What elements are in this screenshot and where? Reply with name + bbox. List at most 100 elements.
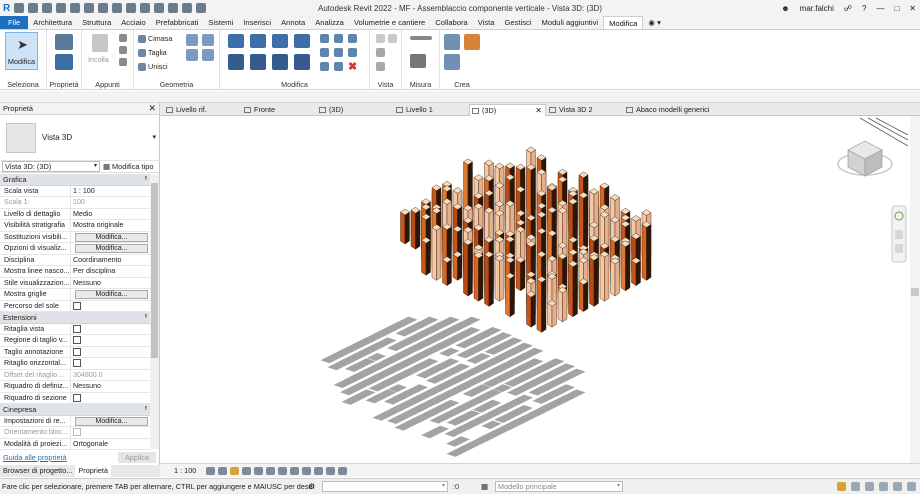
view-tab-abaco[interactable]: Abaco modelli generici <box>624 104 744 116</box>
help-link[interactable]: Guida alle proprietà <box>3 453 67 462</box>
section-icon[interactable] <box>154 3 165 13</box>
delete-icon[interactable]: ✖ <box>348 60 357 73</box>
section-header[interactable]: Grafica ⭱ <box>0 174 150 186</box>
properties-icon[interactable] <box>55 54 73 70</box>
open-icon[interactable] <box>14 3 25 13</box>
edit-button[interactable]: Modifica... <box>75 416 148 426</box>
tab-volumetrie[interactable]: Volumetrie e cantiere <box>349 16 430 29</box>
section-header[interactable]: Estensioni ⭱ <box>0 312 150 324</box>
model-prism[interactable] <box>452 251 463 281</box>
align-icon[interactable] <box>228 34 244 48</box>
checkbox[interactable] <box>73 301 81 310</box>
rotate-icon[interactable] <box>272 54 288 70</box>
mirror-draw-icon[interactable] <box>294 34 310 48</box>
view-tab-fronte[interactable]: Fronte <box>242 104 316 116</box>
viewcube-icon[interactable] <box>837 140 893 177</box>
trim-multiple-icon[interactable] <box>320 62 329 71</box>
measure-distance-icon[interactable] <box>410 36 432 40</box>
chevron-down-icon[interactable]: ▾ <box>152 133 156 141</box>
3d-model-view[interactable] <box>160 116 910 463</box>
model-prism[interactable] <box>589 254 599 307</box>
model-prism[interactable] <box>557 286 568 323</box>
shadows-icon[interactable] <box>242 466 251 475</box>
property-row[interactable]: Modalità di proiezi... Ortogonale <box>0 438 150 450</box>
property-value[interactable]: Modifica... <box>71 289 150 300</box>
collapse-icon[interactable]: ⭱ <box>145 312 147 324</box>
paste-icon[interactable] <box>92 34 108 52</box>
view-tab-3d-active[interactable]: (3D) ✕ <box>469 104 546 116</box>
lock-view-icon[interactable] <box>290 466 299 475</box>
scrollbar-thumb[interactable] <box>151 183 158 358</box>
model-prism[interactable] <box>536 276 547 333</box>
property-row[interactable]: Mostra griglie Modifica... <box>0 289 150 301</box>
property-row[interactable]: Stile visualizzazion... Nessuno <box>0 277 150 289</box>
cut-icon[interactable] <box>119 34 127 42</box>
tab-architettura[interactable]: Architettura <box>28 16 77 29</box>
property-row[interactable]: Ritaglia vista <box>0 323 150 335</box>
navigation-bar[interactable] <box>891 205 907 263</box>
model-prism[interactable] <box>484 251 494 307</box>
cope-label[interactable]: Cimasa <box>148 34 172 43</box>
pin-icon[interactable] <box>320 48 329 57</box>
minimize-button[interactable]: — <box>876 4 884 13</box>
property-value[interactable]: Medio <box>71 209 150 220</box>
save-icon[interactable] <box>28 3 39 13</box>
property-value[interactable]: 100 <box>71 197 150 208</box>
tag-icon[interactable] <box>112 3 123 13</box>
user-name[interactable]: mar.falchi <box>800 4 834 13</box>
edit-button[interactable]: Modifica... <box>75 244 148 253</box>
collapse-icon[interactable]: ⭱ <box>145 404 147 416</box>
split-face-icon[interactable] <box>186 34 198 46</box>
model-prism[interactable] <box>505 272 515 318</box>
tab-collabora[interactable]: Collabora <box>430 16 473 29</box>
render-icon[interactable] <box>254 466 263 475</box>
property-value[interactable] <box>71 301 150 312</box>
property-row[interactable]: Orientamento bloc... <box>0 427 150 439</box>
analytical-icon[interactable] <box>338 466 347 475</box>
property-value[interactable] <box>71 324 150 335</box>
property-value[interactable] <box>71 393 150 404</box>
edit-button[interactable]: Modifica... <box>75 290 148 299</box>
tab-vista[interactable]: Vista <box>473 16 500 29</box>
model-prism[interactable] <box>463 158 473 214</box>
property-value[interactable] <box>71 358 150 369</box>
model-prism[interactable] <box>515 256 526 292</box>
model-prism[interactable] <box>641 221 652 281</box>
ribbon-options-icon[interactable]: ◉ ▾ <box>643 16 666 29</box>
property-value[interactable]: Modifica... <box>71 243 150 254</box>
property-row[interactable]: Mostra linee nasco... Per disciplina <box>0 266 150 278</box>
property-value[interactable]: Ortogonale <box>71 439 150 450</box>
sync-icon[interactable] <box>42 3 53 13</box>
editable-only-icon[interactable]: ▦ <box>481 482 491 491</box>
model-elements[interactable] <box>400 146 652 333</box>
override-icon[interactable] <box>388 34 397 43</box>
tab-project-browser[interactable]: Browser di progetto... <box>0 465 75 477</box>
unpin-icon[interactable] <box>334 48 343 57</box>
property-value[interactable]: Mostra originale <box>71 220 150 231</box>
view-filter-dropdown[interactable]: Vista 3D: (3D) ▾ <box>2 161 100 172</box>
model-prism[interactable] <box>421 236 431 276</box>
create-group-icon[interactable] <box>464 34 480 50</box>
model-prism[interactable] <box>526 290 536 328</box>
offset-icon[interactable] <box>250 34 266 48</box>
scale-icon[interactable] <box>348 34 357 43</box>
edit-type-button[interactable]: Modifica tipo <box>112 162 154 171</box>
visual-style-icon[interactable] <box>218 466 227 475</box>
copy-elements-icon[interactable] <box>250 54 266 70</box>
tab-moduli[interactable]: Moduli aggiuntivi <box>537 16 604 29</box>
property-row[interactable]: Percorso del sole <box>0 300 150 312</box>
property-row[interactable]: Riquadro di definiz... Nessuno <box>0 381 150 393</box>
property-row[interactable]: Opzioni di visualiz... Modifica... <box>0 243 150 255</box>
close-hidden-icon[interactable] <box>182 3 193 13</box>
tab-inserisci[interactable]: Inserisci <box>238 16 276 29</box>
tab-sistemi[interactable]: Sistemi <box>203 16 238 29</box>
print-icon[interactable] <box>84 3 95 13</box>
join-icon[interactable] <box>138 63 146 71</box>
view-tab-vista-3d-2[interactable]: Vista 3D 2 <box>547 104 623 116</box>
model-prism[interactable] <box>578 278 589 312</box>
checkbox[interactable] <box>73 393 81 402</box>
modify-button[interactable]: ➤ Modifica <box>5 32 38 70</box>
3d-view-icon[interactable] <box>140 3 151 13</box>
select-links-icon[interactable] <box>837 482 846 491</box>
property-row[interactable]: Impostazioni di re... Modifica... <box>0 415 150 427</box>
